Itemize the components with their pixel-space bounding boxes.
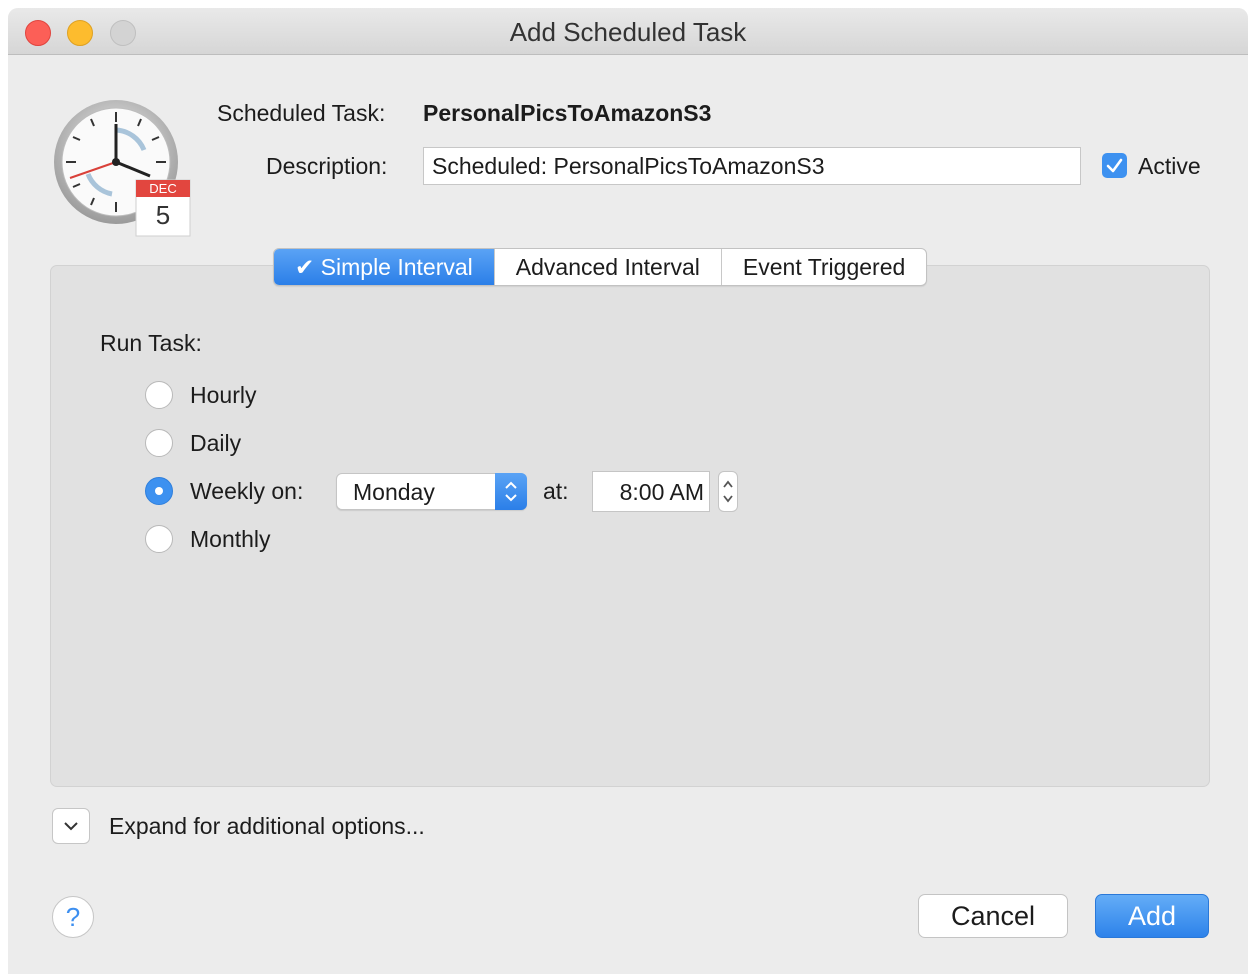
radio-hourly[interactable]: [145, 381, 173, 409]
tab-simple-interval[interactable]: ✔ Simple Interval: [274, 249, 495, 285]
radio-monthly-label: Monthly: [190, 526, 271, 552]
radio-weekly-label: Weekly on:: [190, 478, 304, 504]
tab-bar: ✔ Simple Interval Advanced Interval Even…: [273, 248, 928, 286]
weekday-value: Monday: [353, 479, 435, 505]
at-label: at:: [543, 478, 569, 504]
time-field[interactable]: 8:00 AM: [592, 471, 710, 512]
calendar-month: DEC: [149, 181, 176, 196]
task-name-value: PersonalPicsToAmazonS3: [423, 100, 712, 126]
description-field[interactable]: Scheduled: PersonalPicsToAmazonS3: [423, 147, 1081, 185]
cancel-button[interactable]: Cancel: [918, 894, 1068, 938]
radio-hourly-label: Hourly: [190, 382, 257, 408]
expand-options-label: Expand for additional options...: [109, 813, 425, 839]
checkmark-icon: [1106, 158, 1123, 173]
calendar-day: 5: [156, 200, 170, 230]
window-title: Add Scheduled Task: [509, 17, 747, 47]
description-label: Description:: [266, 153, 388, 179]
radio-monthly[interactable]: [145, 525, 173, 553]
clock-calendar-icon: DEC 5: [54, 100, 191, 237]
add-button[interactable]: Add: [1095, 894, 1209, 938]
time-value: 8:00 AM: [619, 479, 704, 505]
expand-options-button[interactable]: [52, 808, 90, 844]
radio-weekly[interactable]: [145, 477, 173, 505]
title-bar: Add Scheduled Task: [8, 8, 1248, 55]
time-stepper[interactable]: [718, 471, 738, 512]
tab-advanced-interval[interactable]: Advanced Interval: [495, 249, 722, 285]
help-button[interactable]: ?: [52, 896, 94, 938]
active-checkbox[interactable]: [1102, 153, 1127, 178]
task-name-label: Scheduled Task:: [217, 100, 386, 126]
dialog-window: Add Scheduled Task DEC 5 Scheduled Task:…: [8, 8, 1248, 974]
stepper-arrows-icon: [723, 480, 733, 503]
updown-chevron-icon: [495, 473, 527, 510]
tab-event-triggered[interactable]: Event Triggered: [722, 249, 926, 285]
radio-daily-label: Daily: [190, 430, 242, 456]
run-task-heading: Run Task:: [100, 330, 202, 356]
active-label: Active: [1138, 153, 1201, 179]
chevron-down-icon: [64, 822, 78, 831]
weekday-select[interactable]: Monday: [336, 473, 527, 510]
radio-daily[interactable]: [145, 429, 173, 457]
